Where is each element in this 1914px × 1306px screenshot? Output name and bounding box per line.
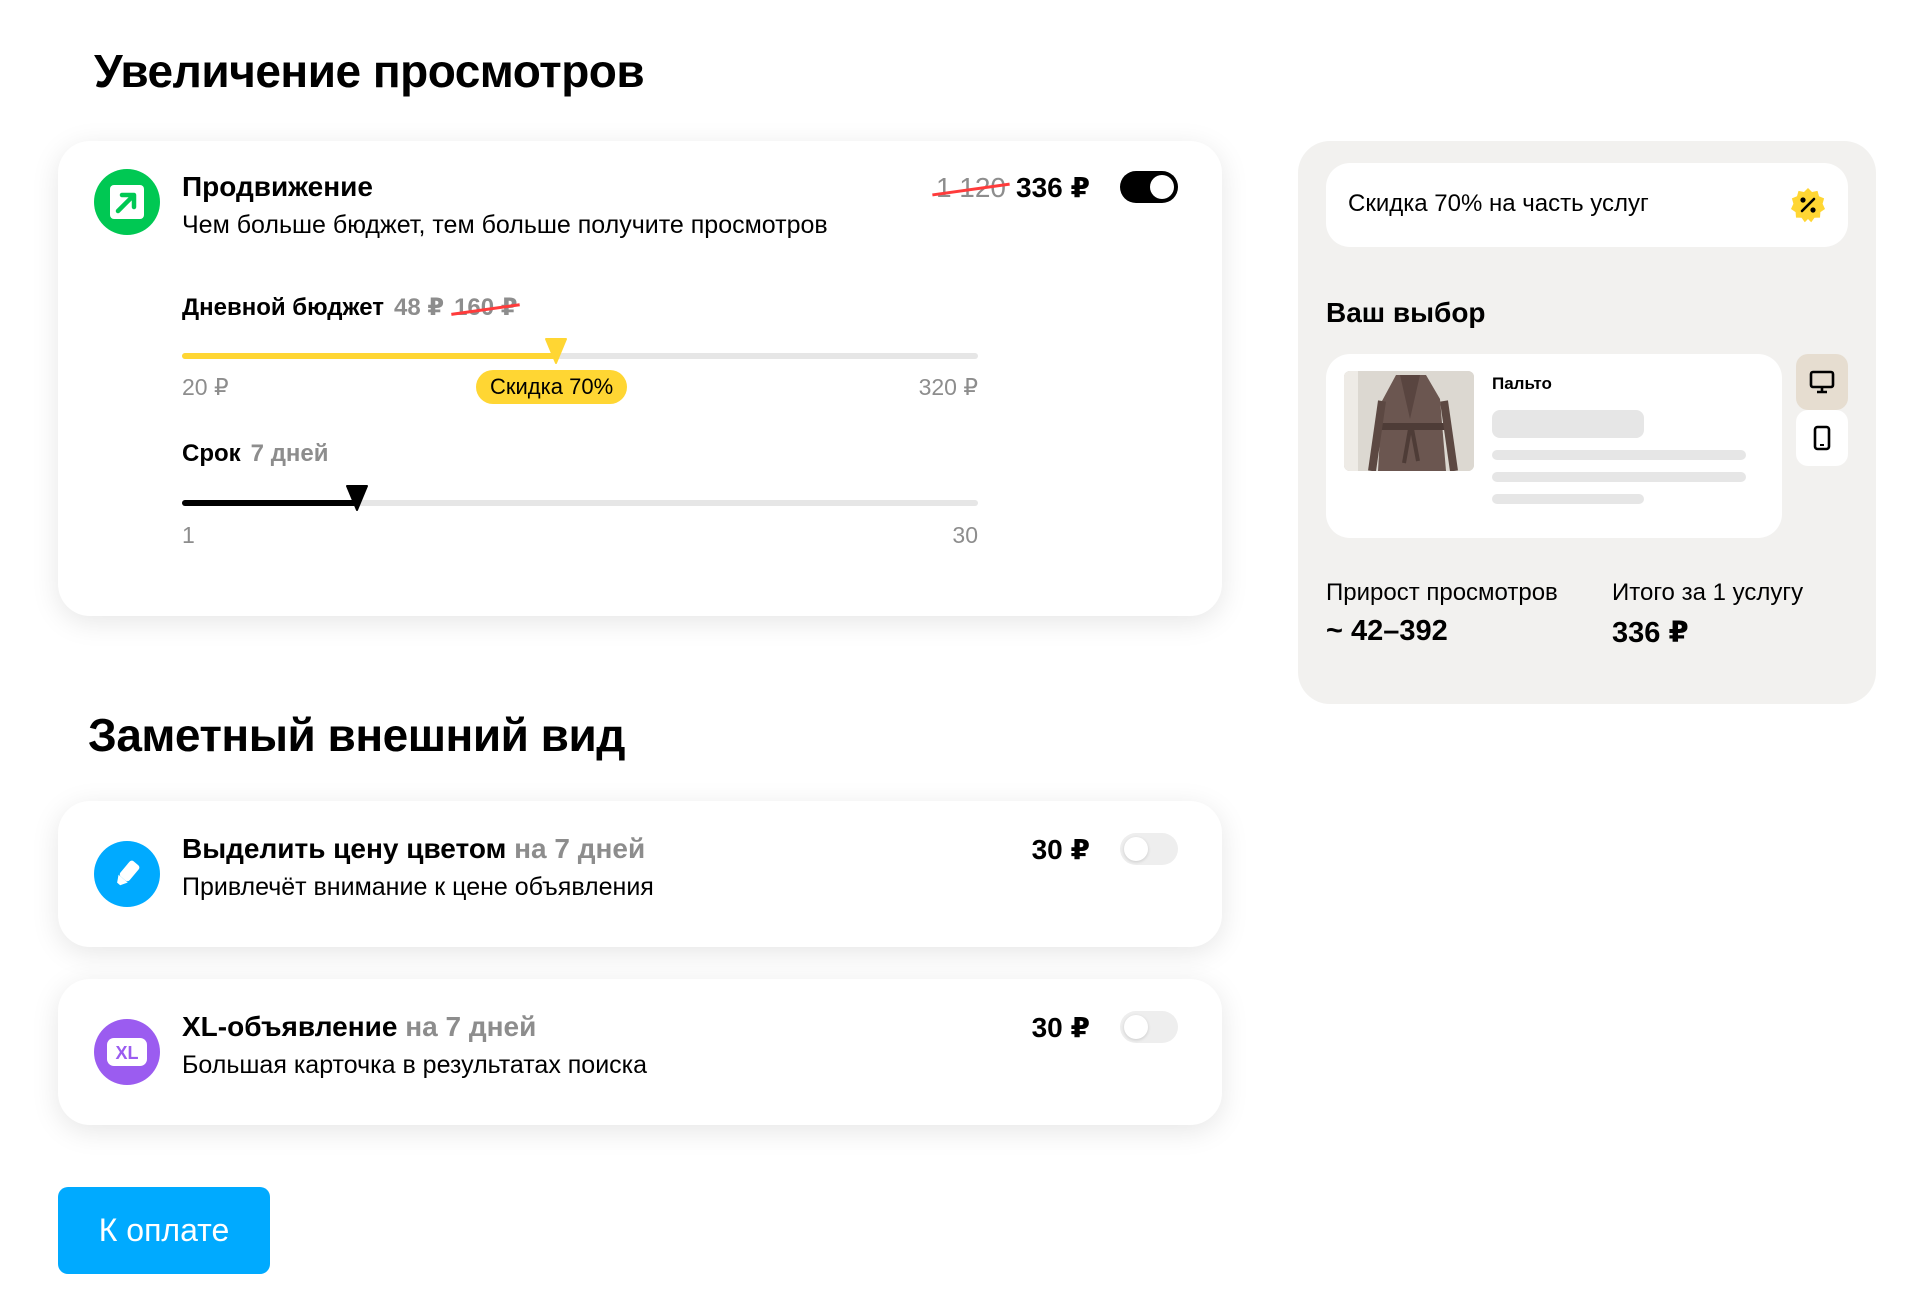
desktop-preview-button[interactable] <box>1796 354 1848 410</box>
total-value: 336 ₽ <box>1612 617 1689 649</box>
budget-value: 48 ₽ <box>394 294 445 321</box>
arrow-up-right-icon <box>94 169 160 235</box>
skeleton-line <box>1492 494 1644 504</box>
budget-slider-fill <box>182 353 557 359</box>
toggle-knob <box>1150 175 1174 199</box>
budget-max-label: 320 ₽ <box>918 374 978 400</box>
views-growth-value: ~ 42–392 <box>1326 615 1448 647</box>
listing-title: Пальто <box>1492 374 1552 393</box>
budget-min-label: 20 ₽ <box>182 374 229 400</box>
promotion-subtitle: Чем больше бюджет, тем больше получите п… <box>182 211 828 239</box>
discount-banner[interactable]: Скидка 70% на часть услуг <box>1326 163 1848 247</box>
budget-old-value: 160 ₽ <box>454 294 518 321</box>
xl-title-text: XL-объявление <box>182 1011 398 1042</box>
term-label: Срок 7 дней <box>182 440 329 468</box>
term-slider-thumb[interactable] <box>345 484 369 512</box>
coat-photo <box>1344 371 1474 471</box>
skeleton-line <box>1492 472 1746 482</box>
xl-card: XL XL-объявление на 7 дней Большая карто… <box>58 979 1222 1125</box>
mobile-icon <box>1813 425 1831 451</box>
xl-duration: на 7 дней <box>405 1011 537 1042</box>
xl-icon: XL <box>94 1019 160 1085</box>
promotion-price: 1 120 336 ₽ <box>936 171 1090 204</box>
xl-subtitle: Большая карточка в результатах поиска <box>182 1051 648 1079</box>
xl-toggle[interactable] <box>1120 1011 1178 1043</box>
budget-slider[interactable] <box>182 338 978 364</box>
price-color-subtitle: Привлечёт внимание к цене объявления <box>182 873 654 901</box>
price-color-price: 30 ₽ <box>1031 834 1090 865</box>
term-min-label: 1 <box>182 522 195 548</box>
views-growth-label: Прирост просмотров <box>1326 579 1558 606</box>
promotion-toggle[interactable] <box>1120 171 1178 203</box>
toggle-knob <box>1124 837 1148 861</box>
total-label: Итого за 1 услугу <box>1612 579 1804 606</box>
skeleton-line <box>1492 450 1746 460</box>
promotion-old-price: 1 120 <box>935 172 1007 203</box>
section-title-views: Увеличение просмотров <box>94 45 645 97</box>
toggle-knob <box>1124 1015 1148 1039</box>
choice-title: Ваш выбор <box>1326 297 1486 328</box>
xl-price: 30 ₽ <box>1031 1012 1090 1043</box>
promotion-title: Продвижение <box>182 171 373 202</box>
xl-title: XL-объявление на 7 дней <box>182 1011 536 1043</box>
pay-button[interactable]: К оплате <box>58 1187 270 1274</box>
term-value: 7 дней <box>250 440 329 467</box>
listing-preview-card: Пальто <box>1326 354 1782 538</box>
desktop-icon <box>1809 370 1835 394</box>
price-color-duration: на 7 дней <box>514 833 646 864</box>
skeleton-price <box>1492 410 1644 438</box>
term-slider-fill <box>182 500 358 506</box>
promotion-card: Продвижение Чем больше бюджет, тем больш… <box>58 141 1222 616</box>
term-slider[interactable] <box>182 485 978 511</box>
xl-icon-text: XL <box>115 1043 138 1063</box>
percent-badge-icon <box>1791 188 1825 223</box>
budget-discount-pill: Скидка 70% <box>476 370 628 404</box>
mobile-preview-button[interactable] <box>1796 410 1848 466</box>
summary-panel: Скидка 70% на часть услуг Ваш выбор Паль… <box>1298 141 1876 704</box>
term-max-label: 30 <box>952 522 978 548</box>
marker-icon <box>94 841 160 907</box>
budget-label-text: Дневной бюджет <box>182 294 384 321</box>
price-color-title: Выделить цену цветом на 7 дней <box>182 833 645 865</box>
price-color-toggle[interactable] <box>1120 833 1178 865</box>
section-title-look: Заметный внешний вид <box>88 709 625 761</box>
budget-label: Дневной бюджет 48 ₽ 160 ₽ <box>182 293 517 322</box>
term-label-text: Срок <box>182 440 241 467</box>
promotion-current-price: 336 ₽ <box>1016 172 1090 203</box>
budget-slider-thumb[interactable] <box>544 337 568 365</box>
price-color-title-text: Выделить цену цветом <box>182 833 507 864</box>
discount-banner-text: Скидка 70% на часть услуг <box>1348 190 1649 217</box>
price-color-card: Выделить цену цветом на 7 дней Привлечёт… <box>58 801 1222 947</box>
